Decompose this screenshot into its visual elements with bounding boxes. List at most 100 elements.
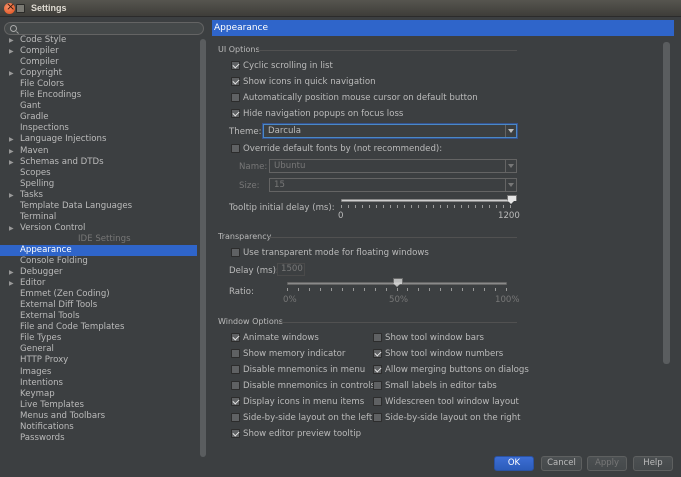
tree-item[interactable]: Images [0,367,197,378]
window-option-checkbox[interactable] [373,413,382,422]
expand-arrow-icon[interactable]: ▶ [9,278,14,289]
icons-quick-nav-checkbox[interactable] [231,77,240,86]
transparent-mode-checkbox[interactable] [231,248,240,257]
slider-tick [287,288,288,291]
window-option-checkbox[interactable] [231,349,240,358]
tree-item-label: Language Injections [20,134,107,145]
tree-item[interactable]: File Colors [0,79,197,90]
ratio-mid-label: 50% [389,295,409,305]
tree-item[interactable]: Scopes [0,168,197,179]
font-name-select[interactable]: Ubuntu [269,159,517,173]
expand-arrow-icon[interactable]: ▶ [9,157,14,168]
tree-item[interactable]: Inspections [0,123,197,134]
expand-arrow-icon[interactable]: ▶ [9,190,14,201]
tree-item[interactable]: Menus and Toolbars [0,411,197,422]
tree-item[interactable]: Keymap [0,389,197,400]
tree-item[interactable]: ▶ Schemas and DTDs [0,157,197,168]
slider-tick [383,205,385,208]
expand-arrow-icon[interactable]: ▶ [9,35,14,46]
theme-select[interactable]: Darcula [263,124,517,138]
window-option-checkbox[interactable] [373,365,382,374]
search-input[interactable] [20,23,200,34]
tree-item[interactable]: General [0,344,197,355]
tree-item[interactable]: Compiler [0,57,197,68]
window-option-checkbox[interactable] [373,333,382,342]
delay-input[interactable]: 1500 [277,263,305,276]
tree-item[interactable]: Template Data Languages [0,201,197,212]
maximize-icon[interactable] [16,4,25,13]
expand-arrow-icon[interactable]: ▶ [9,146,14,157]
tree-item[interactable]: Emmet (Zen Coding) [0,289,197,300]
tree-item[interactable]: Passwords [0,433,197,444]
tree-item[interactable]: Intentions [0,378,197,389]
tree-item[interactable]: ▶ Maven [0,146,197,157]
tree-item[interactable]: HTTP Proxy [0,355,197,366]
tree-item[interactable]: ▶ Language Injections [0,134,197,145]
tree-item[interactable]: Spelling [0,179,197,190]
tree-item[interactable]: ▶ Copyright [0,68,197,79]
cyclic-scrolling-checkbox[interactable] [231,61,240,70]
tree-item[interactable]: External Tools [0,311,197,322]
sidebar-scrollbar[interactable] [200,39,206,457]
tree-item[interactable]: ▶ Tasks [0,190,197,201]
tree-item[interactable]: File Encodings [0,90,197,101]
tree-item[interactable]: Live Templates [0,400,197,411]
override-fonts-checkbox[interactable] [231,144,240,153]
expand-arrow-icon[interactable]: ▶ [9,267,14,278]
ok-button[interactable]: OK [494,456,534,471]
window-option-checkbox[interactable] [231,365,240,374]
window-option-checkbox[interactable] [231,381,240,390]
expand-arrow-icon[interactable]: ▶ [9,46,14,57]
slider-tick [418,205,420,208]
window-option-checkbox[interactable] [231,429,240,438]
tree-item[interactable]: ▶ Code Style [0,35,197,46]
cancel-button[interactable]: Cancel [541,456,582,471]
expand-arrow-icon[interactable]: ▶ [9,68,14,79]
window-option-checkbox[interactable] [373,349,382,358]
sidebar-scroll-thumb[interactable] [200,39,206,457]
tree-item[interactable]: File and Code Templates [0,322,197,333]
slider-tick [330,288,332,291]
tree-item[interactable]: Gradle [0,112,197,123]
chevron-down-icon[interactable] [505,160,516,172]
tree-item[interactable]: Appearance [0,244,197,256]
slider-tick [460,205,462,208]
expand-arrow-icon[interactable]: ▶ [9,134,14,145]
tree-item-label: File Types [20,333,62,344]
tree-item[interactable]: File Types [0,333,197,344]
window-option-checkbox[interactable] [373,381,382,390]
tree-item[interactable]: External Diff Tools [0,300,197,311]
window-option-checkbox[interactable] [373,397,382,406]
tree-item[interactable]: Console Folding [0,256,197,267]
expand-arrow-icon[interactable]: ▶ [9,223,14,234]
window-option-checkbox[interactable] [231,413,240,422]
tooltip-delay-ticks [341,205,511,209]
panel-scrollbar[interactable] [663,42,670,364]
window-option-checkbox[interactable] [231,333,240,342]
icons-quick-nav-label: Show icons in quick navigation [243,77,376,87]
ratio-slider-knob[interactable] [393,278,403,287]
tree-item-label: Copyright [20,68,62,79]
tree-item[interactable]: ▶ Editor [0,278,197,289]
hide-popups-checkbox[interactable] [231,109,240,118]
auto-mouse-checkbox[interactable] [231,93,240,102]
tree-item[interactable]: Gant [0,101,197,112]
slider-tick [473,288,475,291]
close-icon[interactable] [4,0,15,14]
chevron-down-icon[interactable] [505,125,516,137]
tooltip-delay-slider-knob[interactable] [507,195,517,204]
search-box[interactable] [4,22,204,35]
apply-button[interactable]: Apply [587,456,627,471]
tree-item[interactable]: ▶ Debugger [0,267,197,278]
slider-tick [451,288,453,291]
window-title: Settings [31,3,67,13]
help-button[interactable]: Help [633,456,673,471]
tree-item[interactable]: Notifications [0,422,197,433]
window-option-checkbox[interactable] [231,397,240,406]
chevron-down-icon[interactable] [505,179,516,191]
tree-item[interactable]: Terminal [0,212,197,223]
tree-item[interactable]: ▶ Compiler [0,46,197,57]
tooltip-delay-track[interactable] [341,199,511,202]
font-size-select[interactable]: 15 [269,178,517,192]
tree-item[interactable]: ▶ Version Control [0,223,197,234]
